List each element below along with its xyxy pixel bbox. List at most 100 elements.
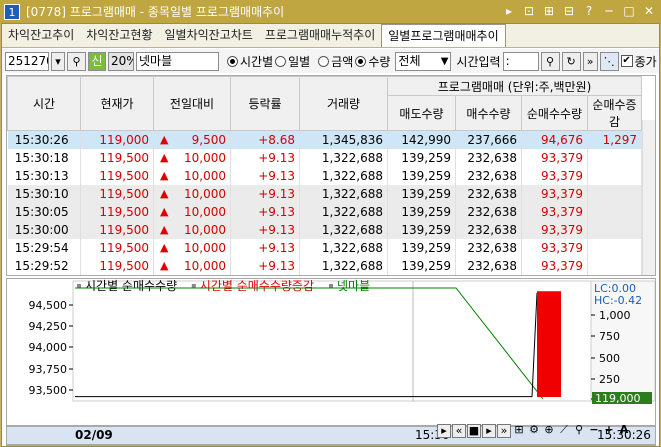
bottom-divider [6,445,656,446]
grid-icon[interactable]: ⊞ [512,424,526,438]
tab-arbitrage-balance-status[interactable]: 차익잔고현황 [80,24,158,47]
cell-buy-qty: 232,638 [455,184,522,203]
header-rate[interactable]: 등락률 [230,76,300,131]
cell-price: 119,500 [80,166,154,185]
table-row[interactable]: 15:29:48119,500▲10,000+9.131,322,688139,… [7,274,643,275]
refresh-icon[interactable]: ↻ [561,51,581,71]
zoom-out-icon[interactable]: − [587,424,601,438]
minimize-icon[interactable]: ─ [601,3,617,19]
cell-volume: 1,322,688 [299,238,388,257]
up-triangle-icon: ▲ [160,204,169,218]
up-triangle-icon: ▲ [160,150,169,164]
radio-day-dot[interactable] [275,55,287,67]
filter-select[interactable]: 전체 ▼ [395,51,452,71]
radio-day[interactable]: 일별 [275,53,310,70]
radio-time-dot[interactable] [227,55,238,67]
chart-toggle-icon[interactable]: ⋱ [599,51,619,71]
table-row[interactable]: 15:29:52 119,500 ▲ 10,000 +9.13 1,322,688 139,… [7,256,643,275]
window-frame: 차익잔고추이 차익잔고현황 일별차익잔고차트 프로그램매매누적추이 일별프로그램… [1,23,660,447]
checkbox-icon[interactable]: ✔ [620,55,633,67]
table-row[interactable]: 15:30:05 119,500 ▲ 10,000 +9.13 1,322,688 139,… [7,202,643,221]
header-change[interactable]: 전일대비 [153,76,231,131]
cell-change-value: 10,000 [184,204,226,219]
stop-icon[interactable]: ■ [467,424,481,438]
forward-icon[interactable]: » [497,424,511,438]
link-icon[interactable]: ▸ [501,3,517,19]
cell-price: 119,500 [80,220,154,239]
cell-price: 119,500 [80,202,154,221]
table-scrollbar[interactable] [642,120,655,275]
radio-amount-label: 금액 [331,54,354,69]
filter-select-value: 전체 [398,53,421,68]
tab-daily-arbitrage-chart[interactable]: 일별차익잔고차트 [159,24,259,47]
header-buy-qty[interactable]: 매수수량 [455,95,522,131]
legend-label: 넷마블 [337,279,370,293]
header-sell-qty[interactable]: 매도수량 [387,95,456,131]
maximize-icon[interactable]: □ [621,3,637,19]
right-tick-label: 1,000 [599,309,631,322]
measure-icon[interactable]: ⟋ [557,424,571,438]
rewind-icon[interactable]: « [452,424,466,438]
cell-rate: +9.13 [230,148,300,167]
cell-sell-qty: 139,259 [387,274,456,275]
table-row[interactable]: 15:30:13 119,500 ▲ 10,000 +9.13 1,322,688 139,… [7,166,643,185]
font-size-icon[interactable]: A [617,424,631,438]
radio-amount[interactable]: 금액 [318,53,353,70]
radio-time[interactable]: 시간별 [227,53,273,70]
table-row[interactable]: 15:29:54 119,500 ▲ 10,000 +9.13 1,322,688 139,… [7,238,643,257]
header-volume[interactable]: 거래량 [299,76,388,131]
radio-quantity-label: 수량 [368,54,391,69]
zoom-icon[interactable]: ⚲ [572,424,586,438]
window-number: 1 [4,3,20,20]
play-icon[interactable]: ▸ [482,424,496,438]
screen-icon[interactable]: ⊡ [521,3,537,19]
left-tick-label: 94,250 [29,320,68,333]
fast-forward-icon[interactable]: » [582,51,598,71]
search-icon[interactable]: ⚲ [67,51,86,71]
tab-arbitrage-balance-trend[interactable]: 차익잔고추이 [2,24,80,47]
scroll-right-icon[interactable]: ▸ [437,424,451,438]
closing-price-label: 종가 [634,54,657,69]
table-row[interactable]: 15:30:00 119,500 ▲ 10,000 +9.13 1,322,688 139,… [7,220,643,239]
left-tick-label: 94,000 [29,341,68,354]
radio-quantity-dot[interactable] [355,55,367,67]
stock-name-field[interactable]: 넷마블 [136,51,219,71]
cell-buy-qty: 232,638 [455,148,522,167]
search-icon-2[interactable]: ⚲ [540,51,560,71]
zoom-in-icon[interactable]: + [602,424,616,438]
chart-nav-controls: ▸ « ■ ▸ » ⊞ ⚙ ⊕ ⟋ ⚲ − + A [437,424,631,438]
tab-bar: 차익잔고추이 차익잔고현황 일별차익잔고차트 프로그램매매누적추이 일별프로그램… [2,24,659,48]
table-row[interactable]: 15:30:18 119,500 ▲ 10,000 +9.13 1,322,688 139,… [7,148,643,167]
closing-price-checkbox[interactable]: ✔ 종가 [620,53,657,70]
settings-icon[interactable]: ⚙ [527,424,541,438]
stock-code-input[interactable]: 251270 [5,51,49,71]
cell-time: 15:29:52 [7,256,81,275]
header-net-delta[interactable]: 순매수증감 [586,95,643,131]
radio-quantity[interactable]: 수량 [355,53,390,70]
cell-net-delta [587,238,643,257]
tab-program-cumulative[interactable]: 프로그램매매누적추이 [259,24,381,47]
cell-volume: 1,322,688 [299,256,388,275]
price-badge-label: 119,000 [595,392,641,405]
header-net-qty[interactable]: 순매수수량 [521,95,588,131]
header-price[interactable]: 현재가 [80,76,154,131]
radio-amount-dot[interactable] [318,55,330,67]
table-row[interactable]: 15:30:26 119,000 ▲ 9,500 +8.68 1,345,836 142,9… [7,130,643,149]
cell-change: ▲ 10,000 [153,238,231,257]
expand-icon[interactable]: ⊞ [541,3,557,19]
code-dropdown-icon[interactable]: ▾ [51,51,65,71]
time-input[interactable]: : [502,51,539,71]
header-time[interactable]: 시간 [7,76,81,131]
tab-daily-program-trend[interactable]: 일별프로그램매매추이 [381,24,506,47]
cell-net-delta: 1,297 [587,130,643,149]
cell-net-qty: 93,379 [521,274,588,275]
cell-volume: 1,322,688 [299,274,388,275]
cell-price: 119,500 [80,274,154,275]
cell-change: ▲ 10,000 [153,184,231,203]
close-icon[interactable]: ✕ [641,3,657,19]
help-icon[interactable]: ? [581,3,597,19]
crosshair-icon[interactable]: ⊕ [542,424,556,438]
restore-icon[interactable]: ⊟ [561,3,577,19]
plot-area [72,280,592,402]
table-row[interactable]: 15:30:10 119,500 ▲ 10,000 +9.13 1,322,688 139,… [7,184,643,203]
